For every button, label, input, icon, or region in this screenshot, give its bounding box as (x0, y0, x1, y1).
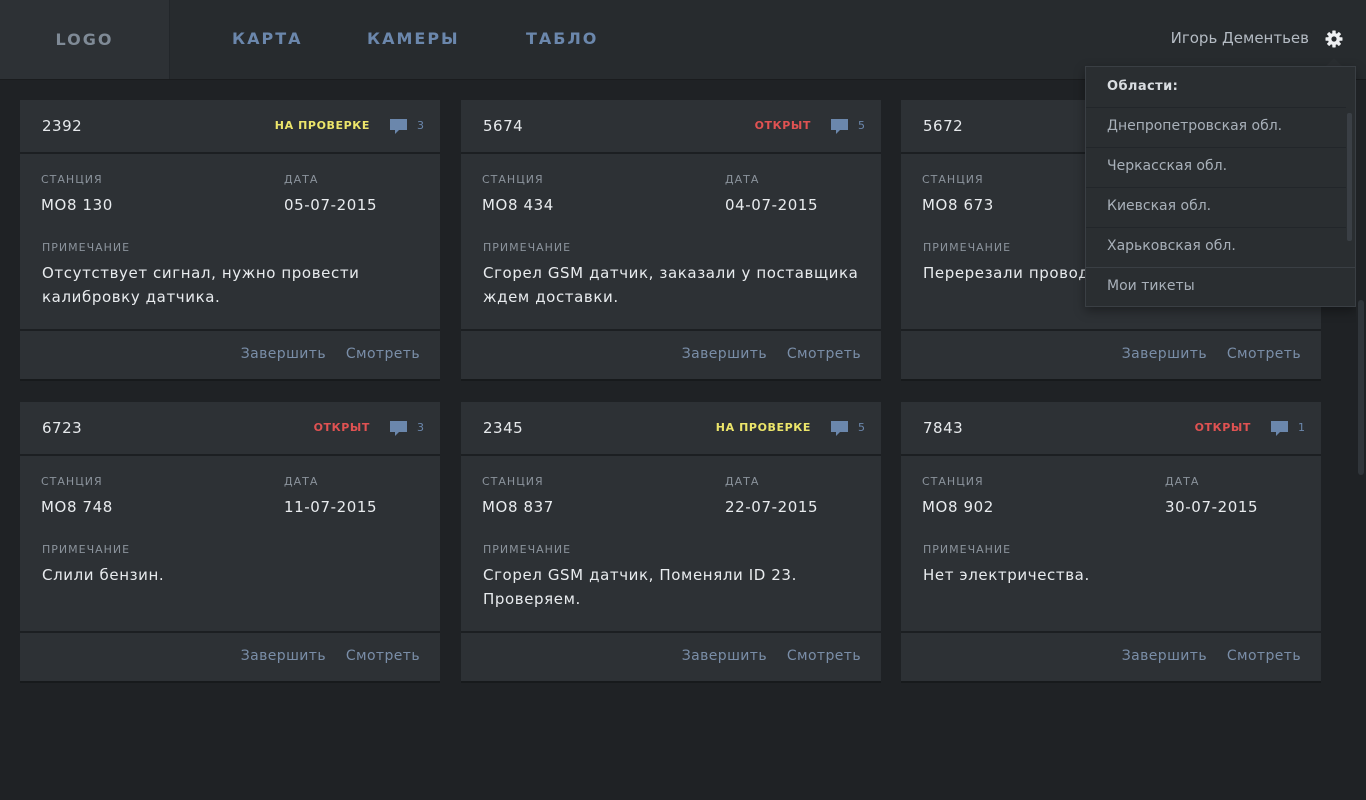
dropdown-title: Области: (1107, 79, 1179, 94)
comment-icon[interactable] (1271, 421, 1288, 437)
comment-count: 1 (1298, 421, 1305, 434)
status-badge: ОТКРЫТ (1194, 421, 1251, 434)
station-value: MO8 837 (482, 498, 554, 516)
view-button[interactable]: Смотреть (1227, 346, 1301, 362)
view-button[interactable]: Смотреть (1227, 648, 1301, 664)
dropdown-my-tickets[interactable]: Мои тикеты (1086, 267, 1355, 307)
note-text: Слили бензин. (42, 566, 165, 584)
ticket-card: 2392 НА ПРОВЕРКЕ 3 СТАНЦИЯ MO8 130 ДАТА … (20, 100, 440, 381)
dropdown-item-dnipro[interactable]: Днепропетровская обл. (1086, 107, 1346, 147)
nav-board[interactable]: ТАБЛО (526, 29, 598, 48)
dropdown-scrollbar[interactable] (1347, 113, 1352, 241)
ticket-card: 7843 ОТКРЫТ 1 СТАНЦИЯ MO8 902 ДАТА 30-07… (901, 402, 1321, 683)
card-footer: Завершить Смотреть (20, 631, 440, 681)
station-value: MO8 434 (482, 196, 554, 214)
date-label: ДАТА (284, 475, 319, 488)
ticket-card: 5674 ОТКРЫТ 5 СТАНЦИЯ MO8 434 ДАТА 04-07… (461, 100, 881, 381)
dropdown-item-kharkiv[interactable]: Харьковская обл. (1086, 227, 1346, 267)
finish-button[interactable]: Завершить (1122, 346, 1207, 362)
date-value: 11-07-2015 (284, 498, 378, 516)
comment-icon[interactable] (831, 119, 848, 135)
note-text: Нет электричества. (923, 566, 1090, 584)
card-header: 2392 НА ПРОВЕРКЕ 3 (20, 100, 440, 154)
ticket-id[interactable]: 6723 (42, 419, 82, 437)
comment-icon[interactable] (390, 421, 407, 437)
finish-button[interactable]: Завершить (241, 648, 326, 664)
card-footer: Завершить Смотреть (901, 631, 1321, 681)
date-value: 05-07-2015 (284, 196, 378, 214)
gear-icon[interactable] (1324, 29, 1344, 49)
station-label: СТАНЦИЯ (922, 475, 984, 488)
dropdown-item-cherkasy[interactable]: Черкасская обл. (1086, 147, 1346, 187)
finish-button[interactable]: Завершить (1122, 648, 1207, 664)
view-button[interactable]: Смотреть (346, 648, 420, 664)
ticket-id[interactable]: 5672 (923, 117, 963, 135)
ticket-id[interactable]: 7843 (923, 419, 963, 437)
note-label: ПРИМЕЧАНИЕ (483, 543, 572, 556)
finish-button[interactable]: Завершить (241, 346, 326, 362)
note-text: Сгорел GSM датчик, заказали у поставщика… (483, 264, 859, 306)
dropdown-item-kyiv[interactable]: Киевская обл. (1086, 187, 1346, 227)
note-label: ПРИМЕЧАНИЕ (42, 241, 131, 254)
date-label: ДАТА (1165, 475, 1200, 488)
station-value: MO8 673 (922, 196, 994, 214)
card-header: 2345 НА ПРОВЕРКЕ 5 (461, 402, 881, 456)
note-label: ПРИМЕЧАНИЕ (42, 543, 131, 556)
card-footer: Завершить Смотреть (901, 329, 1321, 379)
station-label: СТАНЦИЯ (922, 173, 984, 186)
comment-count: 3 (417, 119, 424, 132)
station-label: СТАНЦИЯ (482, 173, 544, 186)
date-value: 04-07-2015 (725, 196, 819, 214)
note-text: Отсутствует сигнал, нужно провести калиб… (42, 264, 360, 306)
status-badge: НА ПРОВЕРКЕ (715, 421, 811, 434)
comment-icon[interactable] (831, 421, 848, 437)
note-label: ПРИМЕЧАНИЕ (483, 241, 572, 254)
status-badge: ОТКРЫТ (754, 119, 811, 132)
note-text: Сгорел GSM датчик, Поменяли ID 23. Прове… (483, 566, 797, 608)
ticket-card: 2345 НА ПРОВЕРКЕ 5 СТАНЦИЯ MO8 837 ДАТА … (461, 402, 881, 683)
date-value: 22-07-2015 (725, 498, 819, 516)
view-button[interactable]: Смотреть (346, 346, 420, 362)
nav-cameras[interactable]: КАМЕРЫ (367, 29, 460, 48)
status-badge: ОТКРЫТ (313, 421, 370, 434)
card-header: 5674 ОТКРЫТ 5 (461, 100, 881, 154)
note-label: ПРИМЕЧАНИЕ (923, 543, 1012, 556)
station-label: СТАНЦИЯ (41, 475, 103, 488)
station-value: MO8 748 (41, 498, 113, 516)
page-scrollbar-thumb[interactable] (1358, 300, 1364, 475)
station-value: MO8 130 (41, 196, 113, 214)
ticket-id[interactable]: 2345 (483, 419, 523, 437)
card-header: 7843 ОТКРЫТ 1 (901, 402, 1321, 456)
card-footer: Завершить Смотреть (20, 329, 440, 379)
card-header: 6723 ОТКРЫТ 3 (20, 402, 440, 456)
ticket-id[interactable]: 5674 (483, 117, 523, 135)
date-label: ДАТА (725, 173, 760, 186)
status-badge: НА ПРОВЕРКЕ (274, 119, 370, 132)
regions-dropdown: Области: Днепропетровская обл. Черкасска… (1085, 66, 1356, 307)
user-name[interactable]: Игорь Дементьев (1171, 29, 1309, 47)
comment-count: 5 (858, 421, 865, 434)
note-label: ПРИМЕЧАНИЕ (923, 241, 1012, 254)
ticket-id[interactable]: 2392 (42, 117, 82, 135)
date-label: ДАТА (284, 173, 319, 186)
finish-button[interactable]: Завершить (682, 648, 767, 664)
card-footer: Завершить Смотреть (461, 631, 881, 681)
view-button[interactable]: Смотреть (787, 648, 861, 664)
date-label: ДАТА (725, 475, 760, 488)
finish-button[interactable]: Завершить (682, 346, 767, 362)
comment-count: 5 (858, 119, 865, 132)
nav-map[interactable]: КАРТА (232, 29, 302, 48)
view-button[interactable]: Смотреть (787, 346, 861, 362)
comment-count: 3 (417, 421, 424, 434)
card-footer: Завершить Смотреть (461, 329, 881, 379)
logo[interactable]: LOGO (0, 0, 170, 79)
ticket-card: 6723 ОТКРЫТ 3 СТАНЦИЯ MO8 748 ДАТА 11-07… (20, 402, 440, 683)
station-label: СТАНЦИЯ (482, 475, 544, 488)
station-value: MO8 902 (922, 498, 994, 516)
comment-icon[interactable] (390, 119, 407, 135)
date-value: 30-07-2015 (1165, 498, 1259, 516)
station-label: СТАНЦИЯ (41, 173, 103, 186)
